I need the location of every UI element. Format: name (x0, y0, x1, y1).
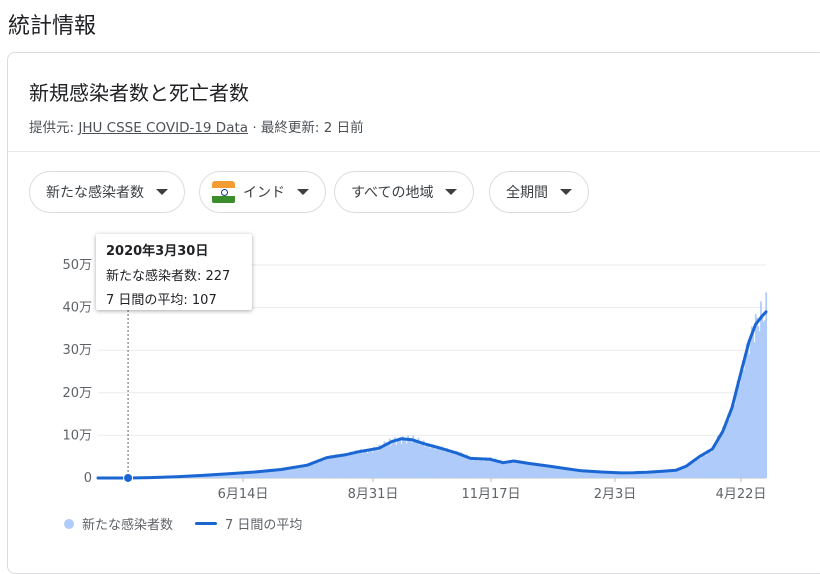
x-tick-label: 11月17日 (461, 487, 520, 502)
x-tick-label: 8月31日 (348, 487, 399, 502)
x-tick-label: 6月14日 (218, 487, 269, 502)
x-tick-label: 2月3日 (594, 487, 637, 502)
y-tick-label: 40万 (62, 301, 92, 316)
y-tick-label: 50万 (62, 258, 92, 273)
chart-legend: 新たな感染者数 7 日間の平均 (64, 514, 302, 533)
legend-bars-label: 新たな感染者数 (82, 514, 173, 533)
tooltip-date: 2020年3月30日 (106, 240, 242, 259)
y-tick-label: 20万 (62, 386, 92, 401)
tooltip-new-cases: 新たな感染者数: 227 (106, 265, 242, 284)
y-tick-label: 0 (84, 471, 92, 486)
legend-line-label: 7 日間の平均 (225, 514, 302, 533)
daily-case-bar (765, 292, 767, 478)
hover-point-marker (124, 473, 133, 482)
x-tick-label: 4月22日 (716, 487, 767, 502)
chart-tooltip: 2020年3月30日 新たな感染者数: 227 7 日間の平均: 107 (96, 234, 252, 310)
daily-case-bars (99, 292, 767, 478)
x-axis-ticks: 6月14日 8月31日 11月17日 2月3日 4月22日 (218, 478, 767, 502)
tooltip-average: 7 日間の平均: 107 (106, 289, 242, 308)
y-tick-label: 30万 (62, 343, 92, 358)
legend-line-swatch (195, 522, 217, 525)
y-axis-ticks: 0 10万 20万 30万 40万 50万 (62, 258, 92, 486)
legend-bars-swatch (64, 519, 74, 529)
y-tick-label: 10万 (62, 428, 92, 443)
